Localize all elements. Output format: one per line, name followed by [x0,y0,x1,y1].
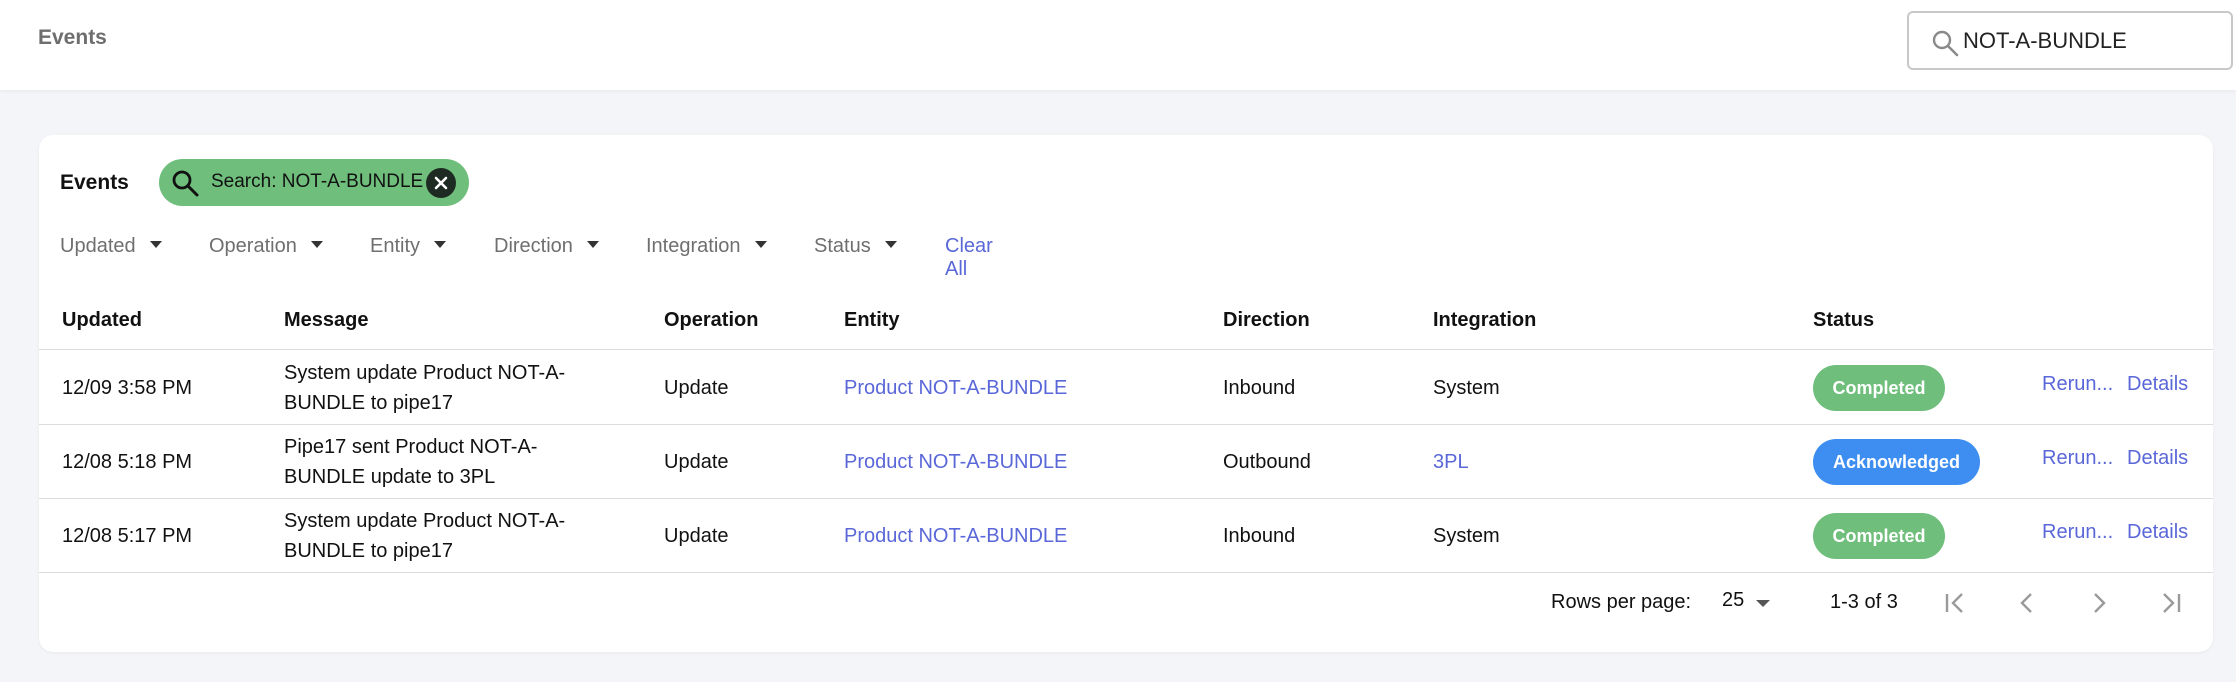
cell-message: System update Product NOT-A-BUNDLE to pi… [284,510,566,562]
column-header-direction[interactable]: Direction [1223,309,1310,332]
filter-label: Entity [370,235,421,257]
cell-operation: Update [664,451,729,473]
chip-label: Search: NOT-A-BUNDLE [211,171,424,192]
caret-down-icon [310,241,323,249]
filter-updated[interactable]: Updated [60,235,162,258]
filter-integration[interactable]: Integration [646,235,767,258]
cell-operation: Update [664,525,729,547]
filter-direction[interactable]: Direction [494,235,599,258]
caret-down-icon [434,241,447,249]
filter-entity[interactable]: Entity [370,235,447,258]
filter-status[interactable]: Status [814,235,897,258]
close-icon[interactable] [426,168,456,198]
entity-link[interactable]: Product NOT-A-BUNDLE [844,373,1067,403]
search-box[interactable] [1907,11,2233,70]
search-icon [172,170,199,197]
cell-message: System update Product NOT-A-BUNDLE to pi… [284,362,566,414]
rows-per-page-label: Rows per page: [1551,591,1692,613]
filter-label: Direction [494,235,573,257]
caret-down-icon[interactable] [1756,600,1770,607]
rerun-link[interactable]: Rerun... [2042,373,2113,396]
table-row[interactable]: 12/08 5:17 PM System update Product NOT-… [39,499,2213,573]
cell-direction: Inbound [1223,525,1296,547]
cell-integration: System [1433,525,1500,547]
events-card: Events Search: NOT-A-BUNDLE Updated Oper… [39,135,2213,652]
column-header-updated[interactable]: Updated [62,309,142,332]
filter-label: Operation [209,235,297,257]
search-filter-chip[interactable]: Search: NOT-A-BUNDLE [159,159,469,206]
search-input[interactable] [1963,23,2223,59]
status-badge: Completed [1813,513,1945,559]
pagination: Rows per page: 25 1-3 of 3 [39,585,2213,625]
entity-link[interactable]: Product NOT-A-BUNDLE [844,521,1067,551]
first-page-icon[interactable] [1937,585,1973,621]
integration-link[interactable]: 3PL [1433,447,1469,477]
column-header-entity[interactable]: Entity [844,309,900,332]
table-header: Updated Message Operation Entity Directi… [39,309,2213,350]
page-title: Events [38,26,107,49]
filter-operation[interactable]: Operation [209,235,323,258]
table-row[interactable]: 12/09 3:58 PM System update Product NOT-… [39,351,2213,425]
next-page-icon[interactable] [2081,585,2117,621]
cell-integration: System [1433,377,1500,399]
last-page-icon[interactable] [2153,585,2189,621]
search-icon [1932,30,1959,57]
cell-updated: 12/08 5:17 PM [62,525,193,547]
caret-down-icon [754,241,767,249]
top-bar: Events [0,0,2236,90]
cell-operation: Update [664,377,729,399]
details-link[interactable]: Details [2127,447,2188,470]
status-badge: Completed [1813,365,1945,411]
filter-label: Status [814,235,871,257]
column-header-operation[interactable]: Operation [664,309,758,332]
card-title: Events [60,171,129,194]
page-range: 1-3 of 3 [1830,591,1898,613]
filter-label: Integration [646,235,741,257]
cell-direction: Inbound [1223,377,1296,399]
cell-message: Pipe17 sent Product NOT-A-BUNDLE update … [284,436,538,488]
column-header-status[interactable]: Status [1813,309,1874,332]
clear-all-link[interactable]: Clear All [945,235,993,281]
status-badge: Acknowledged [1813,439,1980,485]
filter-label: Updated [60,235,136,257]
rows-per-page-select[interactable]: 25 [1722,589,1744,612]
table-row[interactable]: 12/08 5:18 PM Pipe17 sent Product NOT-A-… [39,425,2213,499]
caret-down-icon [586,241,599,249]
caret-down-icon [149,241,162,249]
column-header-message[interactable]: Message [284,309,369,332]
details-link[interactable]: Details [2127,521,2188,544]
previous-page-icon[interactable] [2009,585,2045,621]
caret-down-icon [884,241,897,249]
details-link[interactable]: Details [2127,373,2188,396]
rerun-link[interactable]: Rerun... [2042,521,2113,544]
cell-updated: 12/08 5:18 PM [62,451,193,473]
column-header-integration[interactable]: Integration [1433,309,1536,332]
cell-updated: 12/09 3:58 PM [62,377,193,399]
rerun-link[interactable]: Rerun... [2042,447,2113,470]
entity-link[interactable]: Product NOT-A-BUNDLE [844,447,1067,477]
cell-direction: Outbound [1223,451,1311,473]
